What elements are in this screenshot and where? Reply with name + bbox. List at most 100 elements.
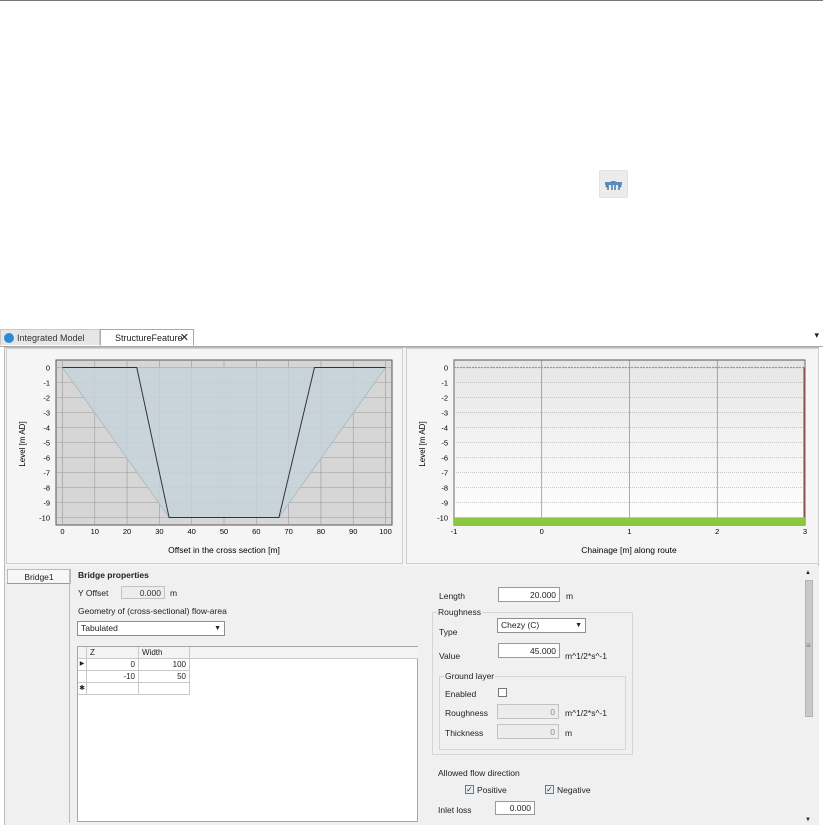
x-tick-label: 10	[91, 527, 99, 536]
geometry-label: Geometry of (cross-sectional) flow-area	[78, 606, 227, 616]
tab-integrated-model[interactable]: Integrated Model	[0, 329, 100, 345]
y-offset-unit: m	[170, 588, 178, 598]
y-tick-label: 0	[46, 364, 50, 373]
column-header-width[interactable]: Width	[139, 647, 190, 659]
bridge-icon	[605, 181, 622, 190]
x-tick-label: 40	[188, 527, 196, 536]
roughness-value-field[interactable]: 45.000	[498, 643, 560, 658]
x-tick-label: 70	[284, 527, 292, 536]
y-offset-field[interactable]: 0.000	[121, 586, 165, 599]
table-cell[interactable]: -10	[87, 671, 139, 683]
cross-section-chart-panel: 0 -1 -2 -3 -4 -5 -6 -7 -8 -9 -10 0 10 20 30 40 50 60 70 80…	[6, 348, 403, 564]
positive-checkbox[interactable]: ✓	[465, 785, 474, 794]
x-tick-label: 60	[252, 527, 260, 536]
close-icon[interactable]: ✕	[180, 330, 189, 346]
tab-separator	[69, 569, 70, 823]
length-label: Length	[439, 591, 465, 601]
x-tick-label: 0	[60, 527, 64, 536]
scroll-grip-icon: ≡	[806, 641, 811, 650]
tab-label: StructureFeature	[115, 333, 183, 343]
y-axis-label: Level [m AD]	[418, 421, 427, 466]
inlet-loss-label: Inlet loss	[438, 805, 472, 815]
length-unit: m	[566, 591, 574, 601]
x-tick-label: 2	[715, 527, 719, 536]
geometry-table[interactable]: Z Width ▶ 0 100 -10 50 ✱	[77, 646, 418, 822]
negative-label: Negative	[557, 785, 591, 795]
type-label: Type	[439, 627, 458, 637]
positive-label: Positive	[477, 785, 507, 795]
y-tick-label: -7	[43, 469, 50, 478]
header-filler	[190, 647, 418, 659]
new-row-icon: ✱	[78, 683, 87, 695]
x-tick-label: 1	[627, 527, 631, 536]
x-tick-label: -1	[451, 527, 458, 536]
geometry-value: Tabulated	[81, 623, 118, 633]
tab-bridge1[interactable]: Bridge1	[7, 569, 71, 584]
x-tick-label: 90	[349, 527, 357, 536]
row-header	[78, 671, 87, 683]
x-tick-label: 100	[379, 527, 392, 536]
value-label: Value	[439, 651, 461, 661]
y-tick-label: -9	[441, 499, 448, 508]
y-tick-label: -3	[43, 409, 50, 418]
roughness-group-title: Roughness	[437, 607, 483, 617]
negative-checkbox[interactable]: ✓	[545, 785, 554, 794]
table-cell[interactable]: 50	[139, 671, 190, 683]
longitudinal-chart-panel: 0 -1 -2 -3 -4 -5 -6 -7 -8 -9 -10 -1 0 1 2 3 Level [m A…	[406, 348, 819, 564]
window-top-border	[0, 0, 823, 1]
scrollbar-thumb[interactable]: ≡	[805, 580, 813, 717]
y-tick-label: -10	[39, 514, 50, 523]
current-row-indicator-icon: ▶	[78, 659, 87, 671]
y-tick-label: -1	[441, 379, 448, 388]
section-title: Bridge properties	[78, 570, 149, 580]
inlet-loss-field[interactable]: 0.000	[495, 801, 535, 815]
table-cell[interactable]	[139, 683, 190, 695]
cross-section-chart: 0 -1 -2 -3 -4 -5 -6 -7 -8 -9 -10 0 10 20 30 40 50 60 70 80…	[18, 359, 393, 555]
tab-label: Integrated Model	[17, 333, 85, 343]
x-axis-label: Chainage [m] along route	[581, 545, 677, 555]
ground-roughness-field[interactable]: 0	[497, 704, 559, 719]
table-cell[interactable]: 100	[139, 659, 190, 671]
enabled-label: Enabled	[445, 689, 477, 699]
scroll-up-icon[interactable]: ▲	[805, 570, 811, 576]
ground-layer-title: Ground layer	[444, 671, 496, 681]
roughness-type-value: Chezy (C)	[501, 620, 540, 630]
y-axis-label: Level [m AD]	[18, 421, 27, 466]
flow-direction-label: Allowed flow direction	[438, 768, 520, 778]
y-tick-label: -6	[441, 454, 448, 463]
x-tick-label: 80	[317, 527, 325, 536]
length-field[interactable]: 20.000	[498, 587, 560, 602]
y-tick-label: -7	[441, 469, 448, 478]
tab-structure-feature[interactable]: StructureFeature ✕	[100, 329, 194, 346]
chevron-down-icon: ▼	[214, 625, 221, 632]
table-cell[interactable]	[87, 683, 139, 695]
thickness-field[interactable]: 0	[497, 724, 559, 739]
scroll-down-icon[interactable]: ▼	[805, 817, 811, 823]
y-tick-label: -4	[441, 424, 448, 433]
y-tick-label: -9	[43, 499, 50, 508]
y-tick-label: -6	[43, 454, 50, 463]
y-tick-label: -2	[43, 394, 50, 403]
geometry-dropdown[interactable]: Tabulated ▼	[77, 621, 225, 636]
chevron-down-icon: ▼	[575, 622, 582, 629]
x-tick-label: 30	[155, 527, 163, 536]
x-tick-label: 0	[540, 527, 544, 536]
tab-list-dropdown-icon[interactable]: ▾	[814, 330, 819, 341]
row-header-corner	[78, 647, 87, 659]
bridge-tool-button[interactable]	[599, 170, 628, 198]
thickness-unit: m	[565, 728, 573, 738]
y-tick-label: -3	[441, 409, 448, 418]
globe-icon	[4, 333, 14, 343]
y-tick-label: -8	[441, 484, 448, 493]
y-tick-label: 0	[444, 364, 448, 373]
y-tick-label: -4	[43, 424, 50, 433]
document-tab-bar: Integrated Model StructureFeature ✕ ▾	[0, 329, 823, 347]
x-tick-label: 20	[123, 527, 131, 536]
ground-layer-enabled-checkbox[interactable]	[498, 688, 507, 697]
y-tick-label: -2	[441, 394, 448, 403]
ground-level-band	[454, 517, 805, 525]
y-tick-label: -10	[437, 514, 448, 523]
column-header-z[interactable]: Z	[87, 647, 139, 659]
table-cell[interactable]: 0	[87, 659, 139, 671]
roughness-type-dropdown[interactable]: Chezy (C) ▼	[497, 618, 586, 633]
